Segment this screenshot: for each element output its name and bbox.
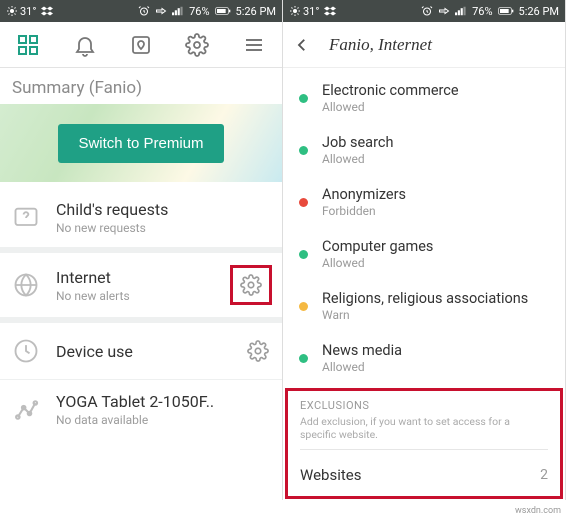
airplane-icon: [155, 5, 167, 17]
row-subtitle: No data available: [56, 413, 272, 427]
category-list: Electronic commerce Allowed Job search A…: [283, 68, 565, 386]
category-item[interactable]: Job search Allowed: [283, 124, 565, 176]
row-device-yoga[interactable]: YOGA Tablet 2-1050F.. No data available: [0, 380, 282, 439]
category-name: Anonymizers: [322, 186, 549, 203]
premium-banner: Switch to Premium: [0, 104, 282, 182]
category-name: Religions, religious associations: [322, 290, 549, 307]
menu-button[interactable]: [241, 32, 267, 58]
row-subtitle: No new alerts: [56, 289, 216, 303]
signal-icon: [172, 5, 184, 17]
hamburger-icon: [242, 33, 266, 57]
gear-icon: [240, 274, 262, 296]
row-internet[interactable]: Internet No new alerts: [0, 253, 282, 317]
weather-widget: 31°: [289, 5, 319, 18]
right-pane: 31° 76% 5:26 PM Fanio, Internet Electron…: [283, 0, 566, 500]
settings-tab[interactable]: [184, 32, 210, 58]
category-name: Job search: [322, 134, 549, 151]
main-toolbar: [0, 22, 282, 68]
dashboard-tab[interactable]: [15, 32, 41, 58]
category-item[interactable]: Anonymizers Forbidden: [283, 176, 565, 228]
detail-header: Fanio, Internet: [283, 22, 565, 68]
status-dot: [299, 250, 308, 259]
map-pin-icon: [129, 33, 153, 57]
category-item[interactable]: Electronic commerce Allowed: [283, 72, 565, 124]
category-name: News media: [322, 342, 549, 359]
exclusions-highlight: EXCLUSIONS Add exclusion, if you want to…: [285, 388, 563, 499]
bell-icon: [73, 33, 97, 57]
row-settings-button[interactable]: [237, 271, 265, 299]
row-device-use[interactable]: Device use: [0, 323, 282, 379]
battery-icon: [215, 6, 231, 16]
chevron-left-icon: [293, 36, 311, 54]
websites-label: Websites: [300, 466, 540, 484]
status-dot: [299, 198, 308, 207]
summary-list: Child's requests No new requests Interne…: [0, 188, 282, 439]
alarm-icon: [421, 5, 433, 17]
back-button[interactable]: [293, 34, 315, 56]
row-title: YOGA Tablet 2-1050F..: [56, 392, 272, 411]
dropbox-icon: [324, 5, 336, 17]
row-title: Internet: [56, 268, 216, 287]
location-tab[interactable]: [128, 32, 154, 58]
category-status: Allowed: [322, 360, 549, 374]
weather-temp: 31°: [303, 5, 319, 18]
status-dot: [299, 354, 308, 363]
gear-icon: [247, 340, 269, 362]
category-name: Computer games: [322, 238, 549, 255]
dropbox-icon: [41, 5, 53, 17]
alerts-tab[interactable]: [72, 32, 98, 58]
clock-time: 5:26 PM: [519, 5, 559, 18]
airplane-icon: [438, 5, 450, 17]
clock-icon: [10, 335, 42, 367]
exclusions-label: EXCLUSIONS: [300, 399, 548, 412]
gear-icon: [185, 33, 209, 57]
signal-icon: [455, 5, 467, 17]
grid-icon: [16, 33, 40, 57]
battery-percent: 76%: [189, 5, 209, 18]
alarm-icon: [138, 5, 150, 17]
premium-button[interactable]: Switch to Premium: [58, 124, 223, 163]
weather-temp: 31°: [20, 5, 36, 18]
category-status: Allowed: [322, 256, 549, 270]
status-dot: [299, 94, 308, 103]
detail-title: Fanio, Internet: [329, 35, 432, 55]
category-status: Warn: [322, 308, 549, 322]
sun-icon: [289, 5, 301, 17]
exclusions-hint: Add exclusion, if you want to set access…: [300, 415, 548, 450]
category-status: Allowed: [322, 152, 549, 166]
sun-icon: [6, 5, 18, 17]
row-settings-button[interactable]: [244, 337, 272, 365]
activity-icon: [10, 394, 42, 426]
battery-icon: [498, 6, 514, 16]
category-name: Electronic commerce: [322, 82, 549, 99]
row-subtitle: No new requests: [56, 221, 272, 235]
category-status: Allowed: [322, 100, 549, 114]
row-child-requests[interactable]: Child's requests No new requests: [0, 188, 282, 247]
clock-time: 5:26 PM: [236, 5, 276, 18]
globe-icon: [10, 269, 42, 301]
category-item[interactable]: Computer games Allowed: [283, 228, 565, 280]
weather-widget: 31°: [6, 5, 36, 18]
internet-settings-highlight: [230, 265, 272, 305]
status-bar: 31° 76% 5:26 PM: [0, 0, 282, 22]
battery-percent: 76%: [472, 5, 492, 18]
status-dot: [299, 302, 308, 311]
category-status: Forbidden: [322, 204, 549, 218]
row-title: Child's requests: [56, 200, 272, 219]
left-pane: 31° 76% 5:26 PM Summary (Fanio: [0, 0, 283, 500]
row-title: Device use: [56, 342, 230, 361]
status-dot: [299, 146, 308, 155]
category-item[interactable]: News media Allowed: [283, 332, 565, 384]
websites-count: 2: [540, 467, 548, 483]
category-item[interactable]: Religions, religious associations Warn: [283, 280, 565, 332]
page-title: Summary (Fanio): [0, 68, 282, 104]
status-bar: 31° 76% 5:26 PM: [283, 0, 565, 22]
watermark: wsxdn.com: [515, 506, 561, 516]
question-icon: [10, 202, 42, 234]
exclusions-websites-row[interactable]: Websites 2: [288, 454, 560, 496]
